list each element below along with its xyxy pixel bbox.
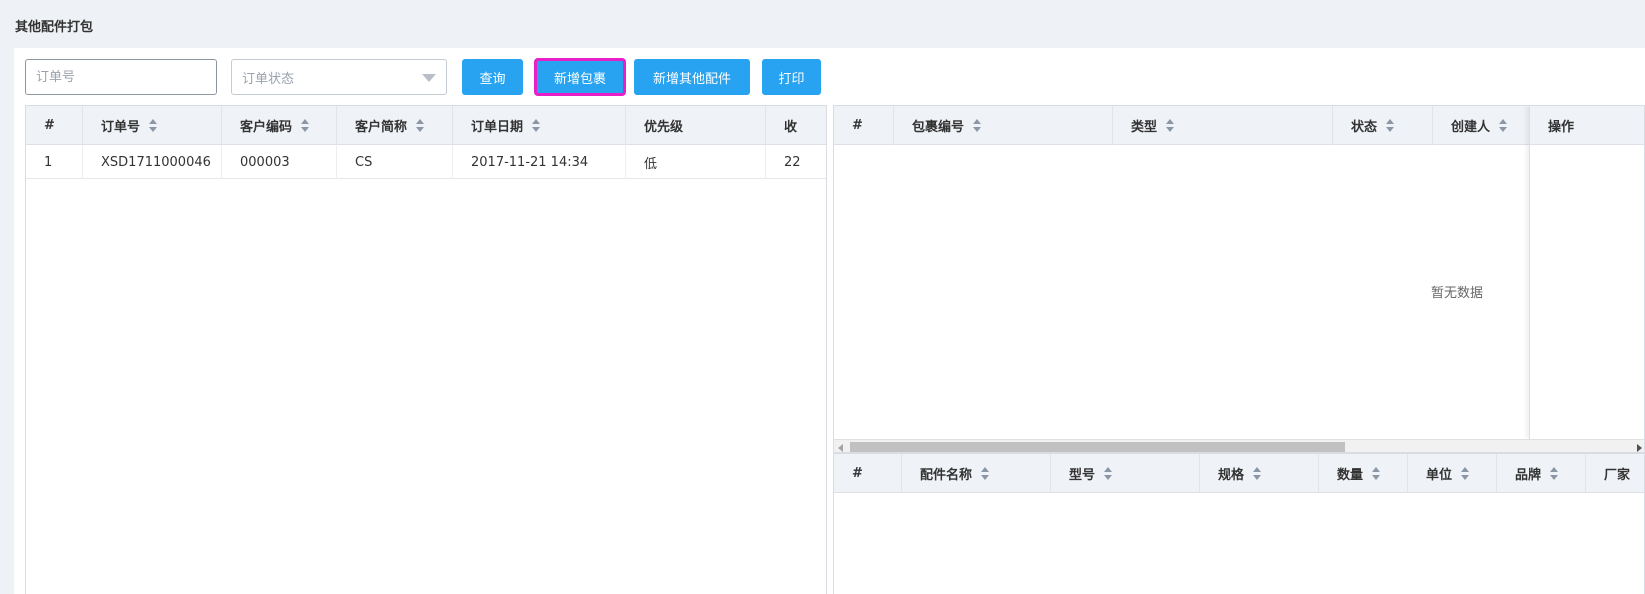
packages-col-actions: 操作 [1530,106,1644,145]
column-label: # [852,118,863,133]
column-label: 数量 [1337,468,1364,483]
row-index: 1 [26,145,83,179]
column-label: # [852,466,863,481]
order-status-placeholder: 订单状态 [242,71,295,87]
sort-icon[interactable] [1499,118,1508,133]
table-row[interactable]: 1 XSD1711000046 000003 CS 2017-11-21 14:… [26,145,826,179]
packages-col-type[interactable]: 类型 [1113,106,1333,145]
row-customer-short: CS [337,145,453,179]
parts-col-quantity[interactable]: 数量 [1319,454,1408,493]
parts-table: # 配件名称 型号 规格 数量 单位 品牌 厂家 [833,453,1645,594]
left-gutter [0,0,14,594]
parts-col-spec[interactable]: 规格 [1200,454,1319,493]
sort-icon[interactable] [1166,118,1175,133]
row-order-date: 2017-11-21 14:34 [453,145,626,179]
column-label: 操作 [1548,119,1575,135]
sort-icon[interactable] [1386,118,1395,133]
add-other-parts-button[interactable]: 新增其他配件 [634,59,750,95]
column-label: 配件名称 [920,468,973,483]
print-button[interactable]: 打印 [762,59,821,95]
orders-col-customer-code[interactable]: 客户编码 [222,106,337,145]
order-number-input[interactable] [25,59,217,95]
column-label: 客户简称 [355,120,408,135]
column-label: 类型 [1131,120,1158,135]
column-label: 创建人 [1451,120,1491,135]
sort-icon[interactable] [1461,466,1470,481]
row-order-no: XSD1711000046 [83,145,222,179]
empty-state-text: 暂无数据 [1431,286,1484,301]
sort-icon[interactable] [416,118,425,133]
packages-col-index: # [834,106,894,145]
query-button[interactable]: 查询 [462,59,523,95]
column-label: # [44,118,55,133]
orders-col-index: # [26,106,83,145]
column-label: 规格 [1218,468,1245,483]
orders-table: # 订单号 客户编码 客户简称 订单日期 优先级 收 1 XSD17110000… [25,105,827,594]
column-label: 收 [784,120,798,135]
row-priority: 低 [626,145,766,179]
orders-col-order-date[interactable]: 订单日期 [453,106,626,145]
packages-col-creator[interactable]: 创建人 [1433,106,1529,145]
sort-icon[interactable] [1550,466,1559,481]
parts-col-index: # [834,454,902,493]
page-header: 其他配件打包 [0,0,1645,48]
column-label: 订单日期 [471,120,524,135]
scroll-left-icon[interactable] [838,444,843,452]
column-label: 单位 [1426,468,1453,483]
scroll-right-icon[interactable] [1637,444,1642,452]
sort-icon[interactable] [1104,466,1113,481]
sort-icon[interactable] [973,118,982,133]
row-receive: 22 [784,154,801,170]
sort-icon[interactable] [1372,466,1381,481]
sort-icon[interactable] [981,466,990,481]
parts-table-header: # 配件名称 型号 规格 数量 单位 品牌 厂家 [834,454,1644,493]
column-label: 优先级 [644,120,684,135]
orders-col-receive: 收 [766,106,826,145]
packages-table-header: # 包裹编号 类型 状态 创建人 [834,106,1644,145]
row-customer-code: 000003 [222,145,337,179]
parts-col-part-name[interactable]: 配件名称 [902,454,1051,493]
sort-icon[interactable] [532,118,541,133]
column-label: 包裹编号 [912,120,965,135]
packages-col-status[interactable]: 状态 [1333,106,1433,145]
column-label: 厂家 [1604,468,1631,483]
parts-col-manufacturer: 厂家 [1586,454,1644,493]
packages-col-package-no[interactable]: 包裹编号 [894,106,1113,145]
orders-col-order-no[interactable]: 订单号 [83,106,222,145]
orders-col-priority: 优先级 [626,106,766,145]
sort-icon[interactable] [149,118,158,133]
column-label: 状态 [1351,120,1378,135]
orders-table-header: # 订单号 客户编码 客户简称 订单日期 优先级 收 [26,106,826,145]
packages-fixed-actions-column: 操作 [1529,106,1644,439]
column-label: 型号 [1069,468,1096,483]
column-label: 品牌 [1515,468,1542,483]
page-title: 其他配件打包 [15,20,94,35]
orders-col-customer-short[interactable]: 客户简称 [337,106,453,145]
column-label: 订单号 [101,120,141,135]
packages-table: # 包裹编号 类型 状态 创建人 暂无数据 操作 [833,105,1645,453]
parts-col-brand[interactable]: 品牌 [1497,454,1586,493]
column-label: 客户编码 [240,120,293,135]
order-status-select[interactable]: 订单状态 [231,59,447,95]
horizontal-scrollbar[interactable] [834,439,1644,452]
sort-icon[interactable] [1253,466,1262,481]
parts-col-model[interactable]: 型号 [1051,454,1200,493]
page: 其他配件打包 订单状态 查询 新增包裹 新增其他配件 打印 # 订单号 客户编码… [0,0,1645,594]
scrollbar-thumb[interactable] [850,442,1345,452]
chevron-down-icon [422,74,436,82]
parts-col-unit[interactable]: 单位 [1408,454,1497,493]
sort-icon[interactable] [301,118,310,133]
add-package-button[interactable]: 新增包裹 [534,58,626,96]
